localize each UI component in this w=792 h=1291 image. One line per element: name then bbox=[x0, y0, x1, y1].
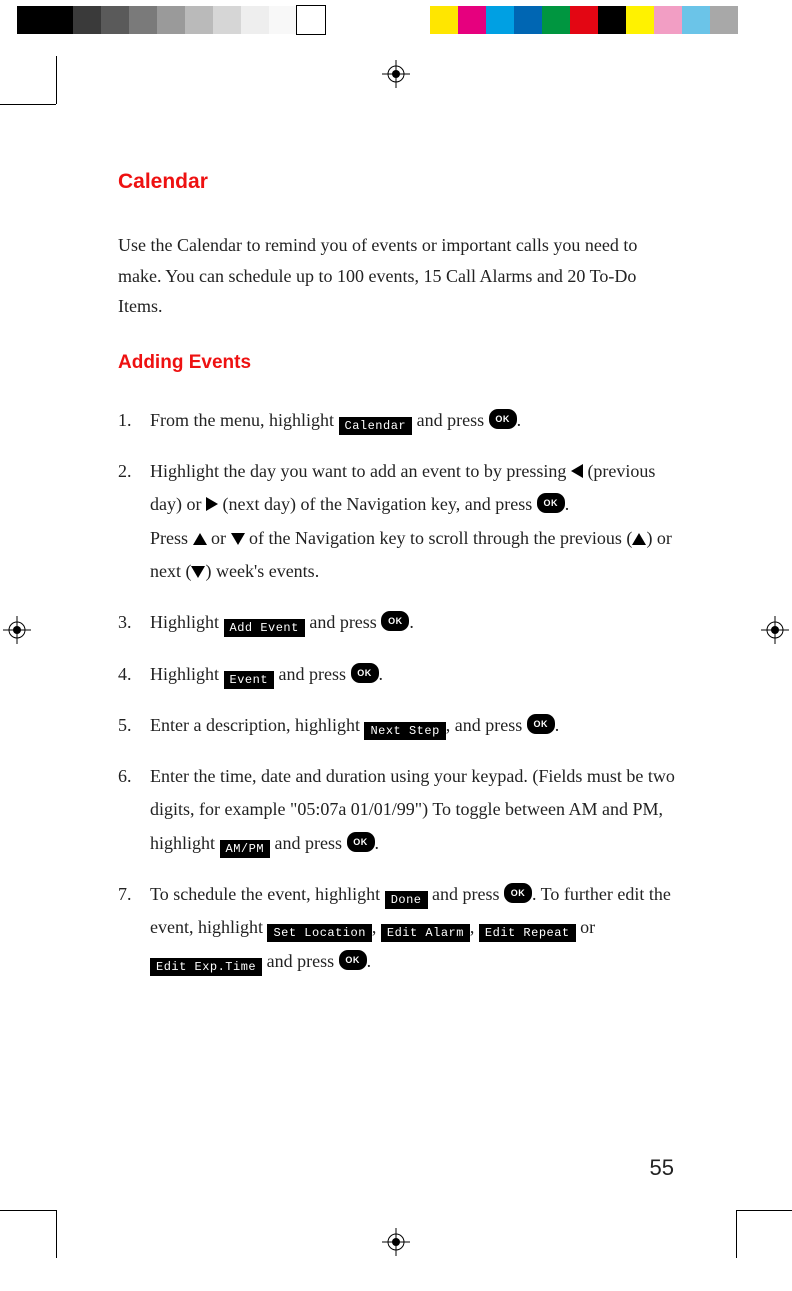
highlight-calendar: Calendar bbox=[339, 417, 413, 435]
highlight-edit-exptime: Edit Exp.Time bbox=[150, 958, 262, 976]
ok-key-icon bbox=[381, 611, 409, 631]
registration-mark-left bbox=[3, 616, 31, 644]
ok-key-icon bbox=[537, 493, 565, 513]
text: and press bbox=[262, 951, 338, 971]
color-swatch bbox=[486, 6, 514, 34]
color-swatch bbox=[297, 6, 325, 34]
color-swatch bbox=[185, 6, 213, 34]
color-swatch bbox=[654, 6, 682, 34]
text: , bbox=[470, 917, 479, 937]
text: . bbox=[375, 833, 380, 853]
color-swatch bbox=[241, 6, 269, 34]
crop-mark bbox=[0, 1210, 56, 1211]
crop-mark bbox=[56, 56, 57, 104]
text: and press bbox=[412, 410, 488, 430]
registration-mark-top bbox=[382, 60, 410, 88]
up-arrow-icon bbox=[193, 533, 207, 545]
text: To schedule the event, highlight bbox=[150, 884, 385, 904]
text: of the Navigation key to scroll through … bbox=[245, 528, 633, 548]
ok-key-icon bbox=[351, 663, 379, 683]
ok-key-icon bbox=[339, 950, 367, 970]
color-swatch bbox=[514, 6, 542, 34]
text: Enter a description, highlight bbox=[150, 715, 364, 735]
color-swatch bbox=[626, 6, 654, 34]
color-swatch bbox=[73, 6, 101, 34]
highlight-add-event: Add Event bbox=[224, 619, 305, 637]
color-swatch bbox=[598, 6, 626, 34]
color-swatch bbox=[213, 6, 241, 34]
ok-key-icon bbox=[347, 832, 375, 852]
step-2: Highlight the day you want to add an eve… bbox=[118, 455, 678, 588]
text: , bbox=[372, 917, 381, 937]
highlight-event: Event bbox=[224, 671, 275, 689]
color-swatch bbox=[570, 6, 598, 34]
text: Press bbox=[150, 528, 193, 548]
highlight-set-location: Set Location bbox=[267, 924, 371, 942]
step-5: Enter a description, highlight Next Step… bbox=[118, 709, 678, 742]
step-3: Highlight Add Event and press . bbox=[118, 606, 678, 639]
highlight-edit-alarm: Edit Alarm bbox=[381, 924, 470, 942]
color-swatch bbox=[430, 6, 458, 34]
registration-mark-bottom bbox=[382, 1228, 410, 1256]
text: . bbox=[517, 410, 522, 430]
text: ) week's events. bbox=[205, 561, 319, 581]
color-swatch bbox=[682, 6, 710, 34]
crop-mark bbox=[56, 1210, 57, 1258]
step-1: From the menu, highlight Calendar and pr… bbox=[118, 404, 678, 437]
text: and press bbox=[305, 612, 381, 632]
text: Highlight bbox=[150, 612, 224, 632]
text: and press bbox=[428, 884, 504, 904]
registration-mark-right bbox=[761, 616, 789, 644]
color-swatch bbox=[269, 6, 297, 34]
crop-mark bbox=[0, 104, 56, 105]
page-number: 55 bbox=[650, 1155, 674, 1181]
color-swatch bbox=[458, 6, 486, 34]
color-swatch bbox=[17, 6, 45, 34]
right-arrow-icon bbox=[206, 497, 218, 511]
text: and press bbox=[274, 664, 350, 684]
crop-mark bbox=[736, 1210, 792, 1211]
ok-key-icon bbox=[489, 409, 517, 429]
page-content: Calendar Use the Calendar to remind you … bbox=[118, 170, 678, 996]
step-4: Highlight Event and press . bbox=[118, 658, 678, 691]
text: and press bbox=[270, 833, 346, 853]
color-swatch bbox=[542, 6, 570, 34]
text: Highlight the day you want to add an eve… bbox=[150, 461, 571, 481]
heading-calendar: Calendar bbox=[118, 170, 678, 194]
steps-list: From the menu, highlight Calendar and pr… bbox=[118, 404, 678, 978]
down-arrow-icon bbox=[231, 533, 245, 545]
color-swatch bbox=[157, 6, 185, 34]
text: or bbox=[576, 917, 596, 937]
crop-mark bbox=[736, 1210, 737, 1258]
heading-adding-events: Adding Events bbox=[118, 352, 678, 374]
text: or bbox=[207, 528, 231, 548]
text: From the menu, highlight bbox=[150, 410, 339, 430]
down-arrow-icon bbox=[191, 566, 205, 578]
text: Highlight bbox=[150, 664, 224, 684]
color-calibration-bar bbox=[0, 6, 792, 34]
ok-key-icon bbox=[527, 714, 555, 734]
text: , and press bbox=[446, 715, 527, 735]
highlight-ampm: AM/PM bbox=[220, 840, 271, 858]
text: . bbox=[367, 951, 372, 971]
color-swatch bbox=[101, 6, 129, 34]
highlight-done: Done bbox=[385, 891, 428, 909]
text: (next day) of the Navigation key, and pr… bbox=[218, 494, 537, 514]
step-6: Enter the time, date and duration using … bbox=[118, 760, 678, 860]
ok-key-icon bbox=[504, 883, 532, 903]
left-arrow-icon bbox=[571, 464, 583, 478]
highlight-edit-repeat: Edit Repeat bbox=[479, 924, 576, 942]
intro-paragraph: Use the Calendar to remind you of events… bbox=[118, 230, 678, 322]
text: . bbox=[409, 612, 414, 632]
text: . bbox=[565, 494, 570, 514]
color-swatch bbox=[45, 6, 73, 34]
color-swatch bbox=[710, 6, 738, 34]
text: . bbox=[379, 664, 384, 684]
up-arrow-icon bbox=[632, 533, 646, 545]
color-swatch bbox=[129, 6, 157, 34]
step-7: To schedule the event, highlight Done an… bbox=[118, 878, 678, 978]
highlight-next-step: Next Step bbox=[364, 722, 445, 740]
text: . bbox=[555, 715, 560, 735]
